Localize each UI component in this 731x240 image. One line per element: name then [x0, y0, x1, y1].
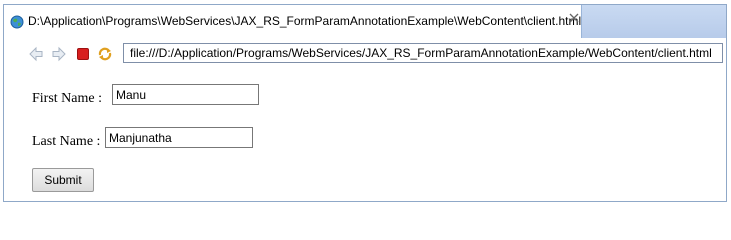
back-arrow-icon[interactable] [28, 46, 44, 62]
submit-button[interactable]: Submit [32, 168, 94, 192]
tab-title: D:\Application\Programs\WebServices\JAX_… [28, 14, 582, 28]
page-content: First Name : Last Name : Submit [4, 68, 726, 202]
last-name-label: Last Name : [32, 134, 101, 149]
navigation-toolbar: file:///D:/Application/Programs/WebServi… [4, 38, 726, 68]
globe-icon [10, 14, 24, 29]
last-name-input[interactable] [105, 127, 253, 148]
forward-arrow-icon[interactable] [51, 46, 67, 62]
address-bar[interactable]: file:///D:/Application/Programs/WebServi… [123, 43, 723, 63]
tab-bar: D:\Application\Programs\WebServices\JAX_… [4, 5, 726, 39]
first-name-input[interactable] [112, 84, 259, 105]
first-name-label: First Name : [32, 91, 102, 106]
browser-window: D:\Application\Programs\WebServices\JAX_… [3, 4, 727, 202]
browser-tab[interactable]: D:\Application\Programs\WebServices\JAX_… [4, 5, 582, 38]
refresh-icon[interactable] [97, 46, 113, 62]
stop-icon[interactable] [75, 46, 91, 62]
close-icon[interactable] [568, 13, 580, 25]
